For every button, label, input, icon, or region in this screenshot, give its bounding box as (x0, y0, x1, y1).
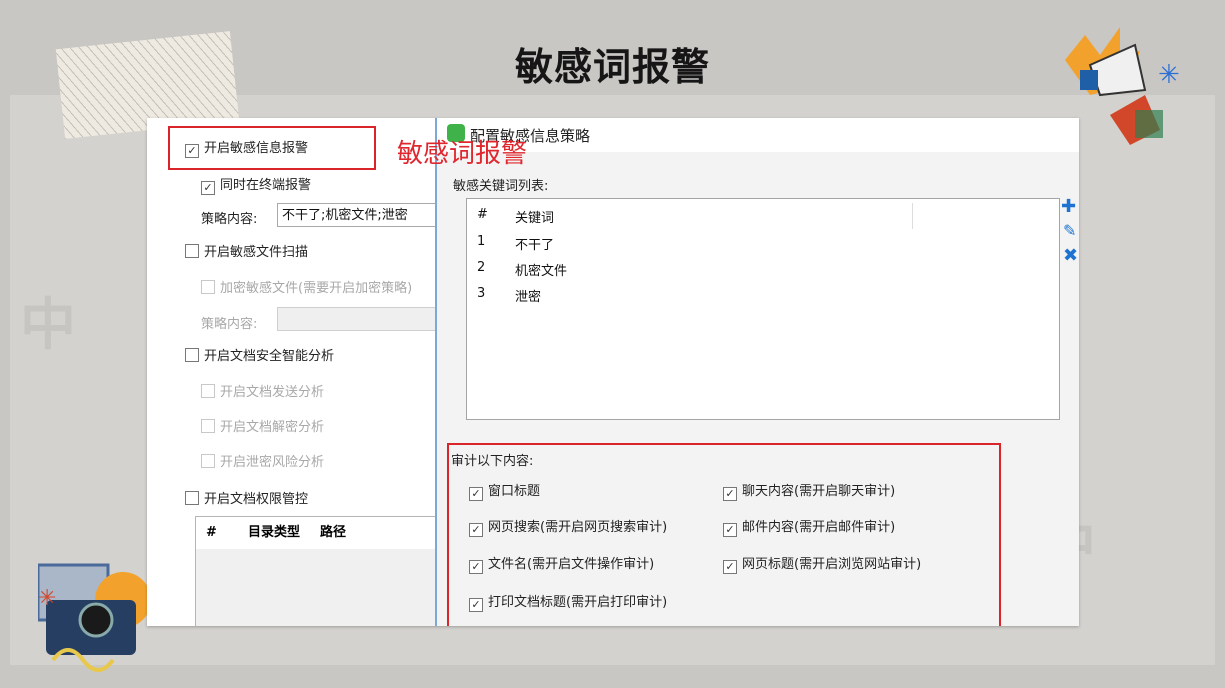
enable-doc-permission-checkbox[interactable]: 开启文档权限管控 (185, 488, 308, 507)
keyword-row-no: 1 (477, 234, 486, 249)
check-icon (185, 348, 199, 362)
keyword-list-label: 敏感关键词列表: (453, 179, 549, 194)
check-icon: ✓ (201, 181, 215, 195)
left-settings-panel: ✓ 开启敏感信息报警 ✓ 同时在终端报警 策略内容: 不干了;机密文件;泄密 开启敏… (147, 118, 457, 626)
svg-text:✳: ✳ (1158, 60, 1180, 90)
keyword-row-word[interactable]: 机密文件 (515, 260, 567, 279)
annotation-label: 敏感词报警 (397, 139, 528, 169)
column-header-path: 路径 (320, 525, 347, 540)
directory-table: # 目录类型 路径 (195, 516, 457, 626)
dialog-titlebar: 配置敏感信息策略 (437, 118, 1079, 152)
keyword-row-word[interactable]: 泄密 (515, 286, 541, 305)
column-header-keyword: 关键词 (515, 211, 555, 226)
slide-title: 敏感词报警 (514, 45, 710, 89)
check-icon (201, 419, 215, 433)
check-icon (201, 384, 215, 398)
policy-content-input[interactable]: 不干了;机密文件;泄密 (277, 203, 447, 227)
leak-risk-analysis-checkbox[interactable]: 开启泄密风险分析 (201, 451, 324, 470)
column-header-dir-type: 目录类型 (248, 525, 301, 540)
svg-text:✳: ✳ (38, 586, 56, 611)
check-icon (185, 491, 199, 505)
terminal-alert-checkbox[interactable]: ✓ 同时在终端报警 (201, 174, 311, 195)
doc-decrypt-analysis-checkbox[interactable]: 开启文档解密分析 (201, 416, 324, 435)
policy-label: 策略内容: (201, 212, 258, 227)
column-divider (912, 203, 913, 229)
check-icon (201, 454, 215, 468)
column-header-no: # (206, 525, 217, 540)
watermark-logo-left: 中 (20, 293, 76, 358)
policy-content-input-2[interactable] (277, 307, 447, 331)
x-icon[interactable]: ✖ (1063, 245, 1078, 266)
column-header-no: # (477, 207, 488, 222)
keyword-row-word[interactable]: 不干了 (515, 234, 554, 253)
keyword-row-no: 3 (477, 286, 486, 301)
pencil-icon[interactable]: ✎ (1063, 221, 1076, 240)
highlight-box-alert (168, 126, 376, 170)
app-screenshot: ✓ 开启敏感信息报警 ✓ 同时在终端报警 策略内容: 不干了;机密文件;泄密 开启敏… (147, 118, 1079, 626)
encrypt-files-checkbox[interactable]: 加密敏感文件(需要开启加密策略) (201, 277, 412, 296)
highlight-box-audit (447, 443, 1001, 626)
check-icon (185, 244, 199, 258)
keyword-row-no: 2 (477, 260, 486, 275)
directory-table-header: # 目录类型 路径 (196, 517, 456, 549)
enable-file-scan-checkbox[interactable]: 开启敏感文件扫描 (185, 241, 308, 260)
enable-doc-analysis-checkbox[interactable]: 开启文档安全智能分析 (185, 345, 334, 364)
check-icon (201, 280, 215, 294)
doc-send-analysis-checkbox[interactable]: 开启文档发送分析 (201, 381, 324, 400)
plus-icon[interactable]: ✚ (1061, 196, 1076, 217)
policy-label-2: 策略内容: (201, 317, 258, 332)
keyword-list[interactable]: # 关键词 1 不干了 2 机密文件 3 泄密 (466, 198, 1060, 420)
camera-decoration-icon: ✳ (38, 563, 151, 672)
